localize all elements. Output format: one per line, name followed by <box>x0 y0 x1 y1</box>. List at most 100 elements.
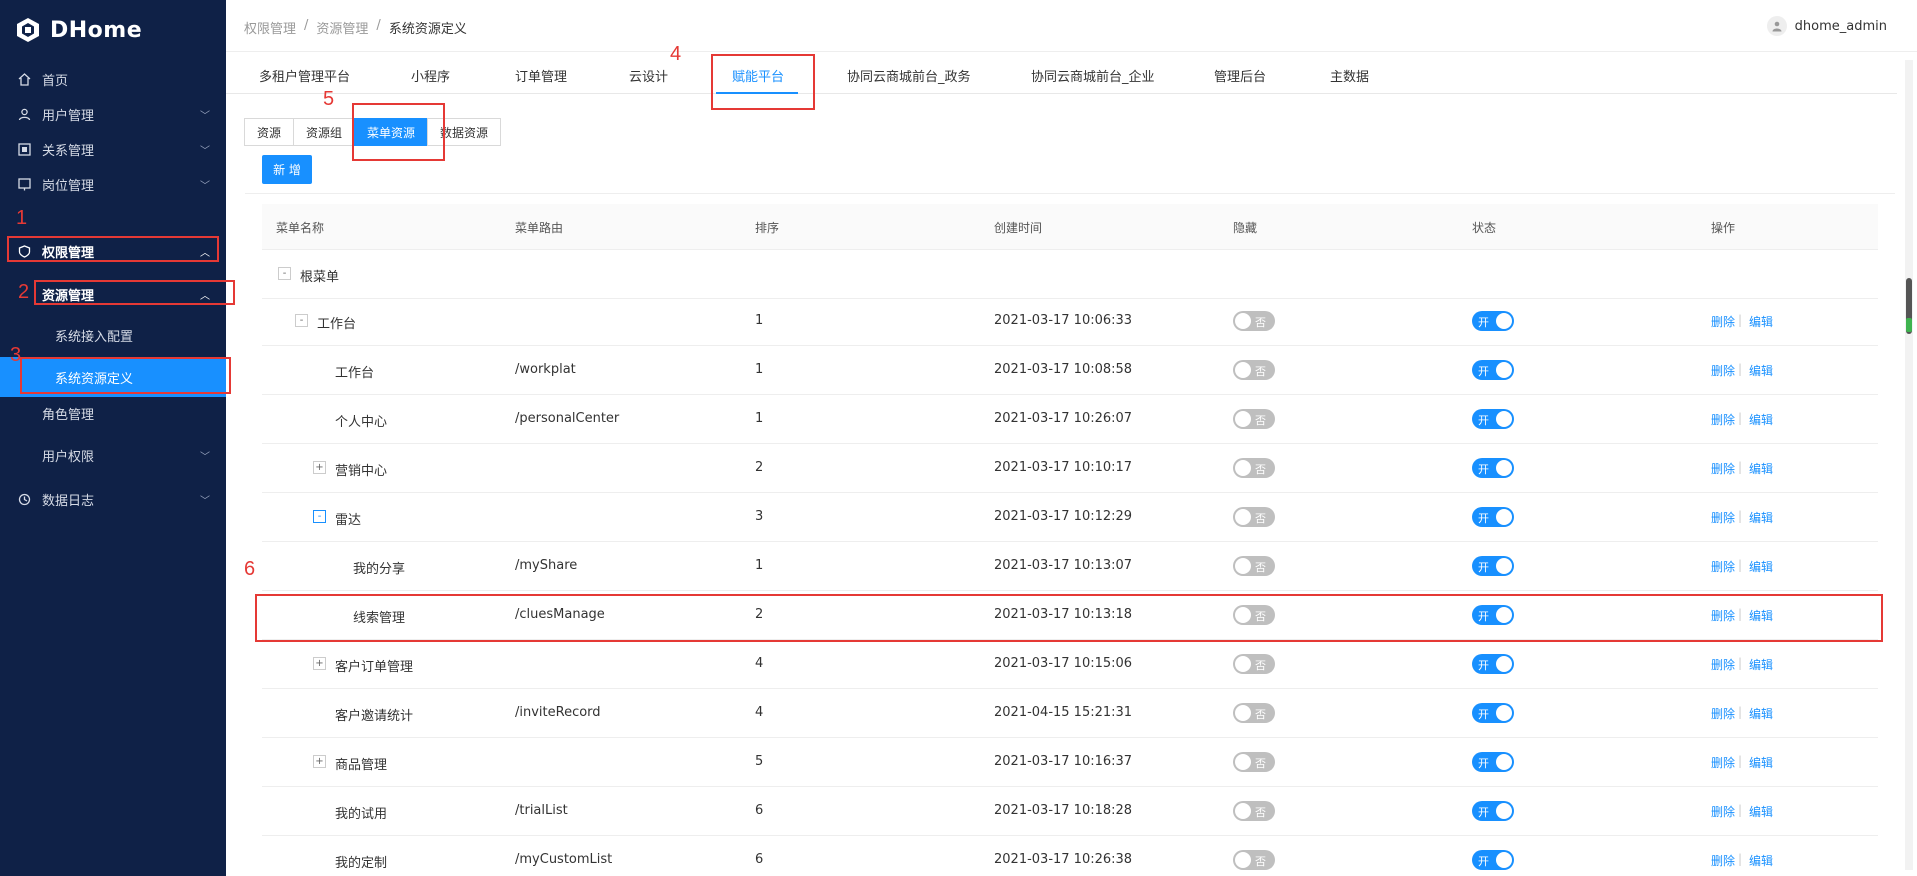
nav-system-access-config[interactable]: 系统接入配置 <box>0 315 226 355</box>
delete-link[interactable]: 删除 <box>1711 509 1735 526</box>
switch-label: 否 <box>1255 512 1266 525</box>
menu-order: 4 <box>755 705 764 720</box>
expand-toggle[interactable]: + <box>313 461 326 474</box>
menu-order: 6 <box>755 852 764 867</box>
status-toggle[interactable]: 开 <box>1472 507 1514 527</box>
annotation-number: 1 <box>16 207 28 229</box>
edit-link[interactable]: 编辑 <box>1749 411 1773 428</box>
menu-order: 1 <box>755 558 764 573</box>
delete-link[interactable]: 删除 <box>1711 705 1735 722</box>
annotation-box <box>34 280 235 305</box>
status-toggle[interactable]: 开 <box>1472 360 1514 380</box>
edit-link[interactable]: 编辑 <box>1749 362 1773 379</box>
edit-link[interactable]: 编辑 <box>1749 803 1773 820</box>
tab-order-management[interactable]: 订单管理 <box>515 66 567 85</box>
created-time: 2021-03-17 10:16:37 <box>994 754 1133 769</box>
breadcrumb-item[interactable]: 权限管理 <box>244 18 296 37</box>
delete-link[interactable]: 删除 <box>1711 754 1735 771</box>
nav-home[interactable]: 首页 <box>0 59 226 99</box>
nav-user-management[interactable]: 用户管理 ﹀ <box>0 94 226 134</box>
hidden-toggle[interactable]: 否 <box>1233 556 1275 576</box>
hidden-toggle[interactable]: 否 <box>1233 409 1275 429</box>
tab-mall-government[interactable]: 协同云商城前台_政务 <box>847 66 971 85</box>
expand-toggle[interactable]: - <box>295 314 308 327</box>
switch-label: 否 <box>1255 757 1266 770</box>
edit-link[interactable]: 编辑 <box>1749 509 1773 526</box>
hidden-toggle[interactable]: 否 <box>1233 507 1275 527</box>
edit-link[interactable]: 编辑 <box>1749 656 1773 673</box>
add-button[interactable]: 新 增 <box>262 155 312 184</box>
tab-mall-enterprise[interactable]: 协同云商城前台_企业 <box>1031 66 1155 85</box>
edit-link[interactable]: 编辑 <box>1749 705 1773 722</box>
nav-post-management[interactable]: 岗位管理 ﹀ <box>0 164 226 204</box>
action-separator: | <box>1738 754 1743 768</box>
hidden-toggle[interactable]: 否 <box>1233 752 1275 772</box>
nav-relation-management[interactable]: 关系管理 ﹀ <box>0 129 226 169</box>
user-menu[interactable]: dhome_admin <box>1766 16 1887 36</box>
delete-link[interactable]: 删除 <box>1711 411 1735 428</box>
annotation-number: 3 <box>10 344 22 366</box>
switch-label: 否 <box>1255 365 1266 378</box>
tab-multi-tenant[interactable]: 多租户管理平台 <box>259 66 350 85</box>
hidden-toggle[interactable]: 否 <box>1233 360 1275 380</box>
expand-toggle[interactable]: + <box>313 755 326 768</box>
status-toggle[interactable]: 开 <box>1472 556 1514 576</box>
tab-admin-backend[interactable]: 管理后台 <box>1214 66 1266 85</box>
tab-resource[interactable]: 资源 <box>244 118 295 146</box>
hidden-toggle[interactable]: 否 <box>1233 654 1275 674</box>
status-toggle[interactable]: 开 <box>1472 409 1514 429</box>
delete-link[interactable]: 删除 <box>1711 852 1735 869</box>
column-header: 菜单名称 <box>276 221 325 235</box>
status-toggle[interactable]: 开 <box>1472 654 1514 674</box>
menu-name: 我的分享 <box>353 562 406 577</box>
edit-link[interactable]: 编辑 <box>1749 852 1773 869</box>
status-toggle[interactable]: 开 <box>1472 311 1514 331</box>
status-toggle[interactable]: 开 <box>1472 703 1514 723</box>
status-toggle[interactable]: 开 <box>1472 458 1514 478</box>
menu-name: 工作台 <box>335 366 375 381</box>
hidden-toggle[interactable]: 否 <box>1233 801 1275 821</box>
delete-link[interactable]: 删除 <box>1711 558 1735 575</box>
created-time: 2021-03-17 10:06:33 <box>994 313 1133 328</box>
switch-label: 否 <box>1255 414 1266 427</box>
nav-home-label: 首页 <box>42 73 69 89</box>
nav-user-permission[interactable]: 用户权限 ﹀ <box>0 435 226 475</box>
switch-label: 开 <box>1478 806 1489 819</box>
scrollbar-track[interactable] <box>1905 60 1913 870</box>
switch-label: 开 <box>1478 708 1489 721</box>
menu-order: 3 <box>755 509 764 524</box>
status-toggle[interactable]: 开 <box>1472 801 1514 821</box>
nav-data-log[interactable]: 数据日志 ﹀ <box>0 479 226 519</box>
hidden-toggle[interactable]: 否 <box>1233 458 1275 478</box>
delete-link[interactable]: 删除 <box>1711 656 1735 673</box>
hidden-toggle[interactable]: 否 <box>1233 311 1275 331</box>
nav-system-access-config-label: 系统接入配置 <box>55 329 134 345</box>
expand-toggle[interactable]: - <box>313 510 326 523</box>
platform-tabs: 多租户管理平台 小程序 订单管理 云设计 赋能平台 协同云商城前台_政务 协同云… <box>226 52 1897 94</box>
action-separator: | <box>1738 460 1743 474</box>
hidden-toggle[interactable]: 否 <box>1233 703 1275 723</box>
delete-link[interactable]: 删除 <box>1711 362 1735 379</box>
status-toggle[interactable]: 开 <box>1472 752 1514 772</box>
edit-link[interactable]: 编辑 <box>1749 460 1773 477</box>
menu-name: 工作台 <box>317 317 357 332</box>
switch-knob <box>1235 509 1251 525</box>
status-toggle[interactable]: 开 <box>1472 850 1514 870</box>
nav-role-management[interactable]: 角色管理 <box>0 393 226 433</box>
expand-toggle[interactable]: + <box>313 657 326 670</box>
tab-mini-program[interactable]: 小程序 <box>411 66 450 85</box>
tab-resource-group[interactable]: 资源组 <box>293 118 356 146</box>
tab-cloud-design[interactable]: 云设计 <box>629 66 668 85</box>
delete-link[interactable]: 删除 <box>1711 460 1735 477</box>
expand-toggle[interactable]: - <box>278 267 291 280</box>
action-separator: | <box>1738 509 1743 523</box>
column-header: 状态 <box>1472 221 1497 235</box>
delete-link[interactable]: 删除 <box>1711 803 1735 820</box>
breadcrumb-item[interactable]: 资源管理 <box>316 18 368 37</box>
edit-link[interactable]: 编辑 <box>1749 754 1773 771</box>
edit-link[interactable]: 编辑 <box>1749 313 1773 330</box>
tab-master-data[interactable]: 主数据 <box>1330 66 1369 85</box>
hidden-toggle[interactable]: 否 <box>1233 850 1275 870</box>
edit-link[interactable]: 编辑 <box>1749 558 1773 575</box>
delete-link[interactable]: 删除 <box>1711 313 1735 330</box>
